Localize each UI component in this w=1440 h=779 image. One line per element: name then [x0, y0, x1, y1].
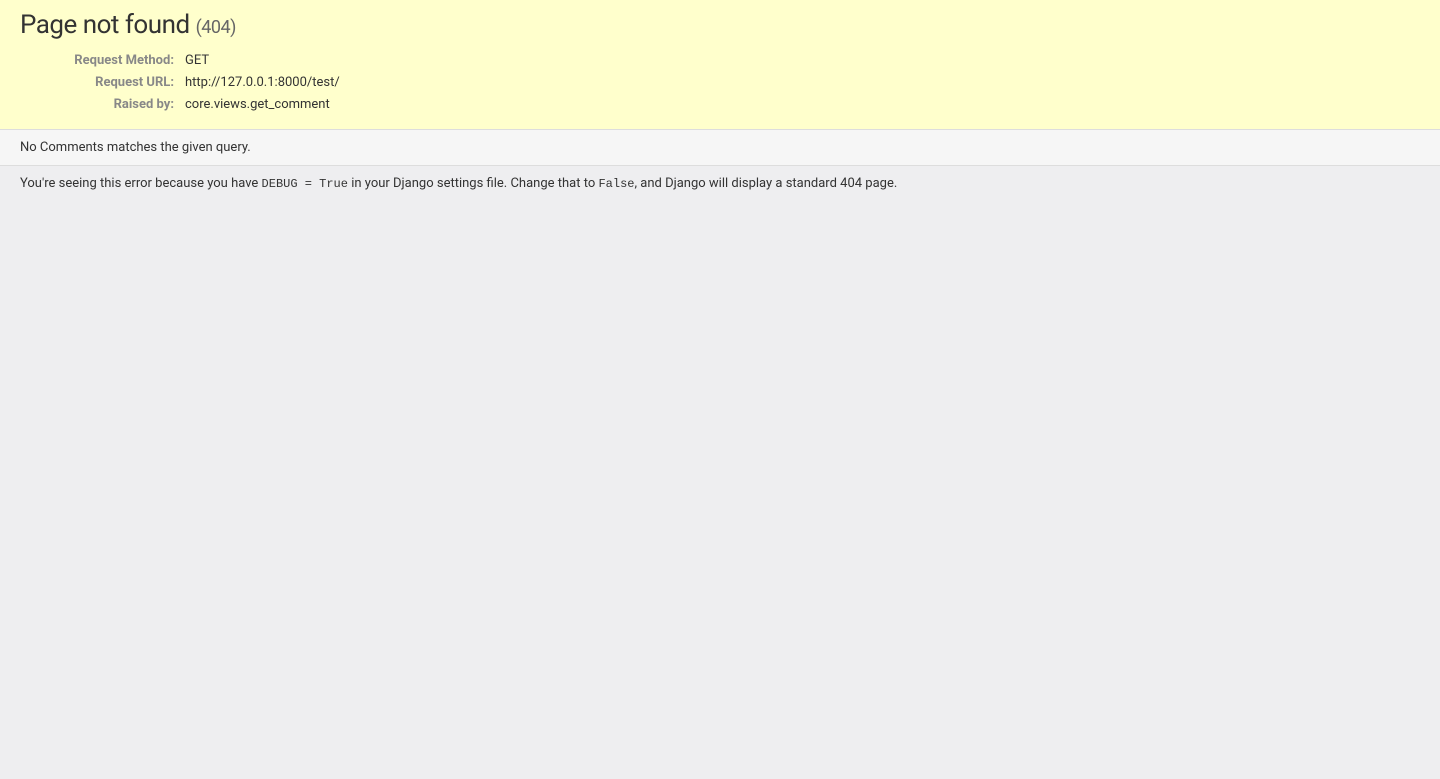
- request-method-label: Request Method:: [20, 50, 180, 72]
- summary-banner: Page not found (404) Request Method: GET…: [0, 0, 1440, 130]
- request-meta-table: Request Method: GET Request URL: http://…: [20, 50, 345, 117]
- table-row: Request URL: http://127.0.0.1:8000/test/: [20, 72, 345, 94]
- table-row: Request Method: GET: [20, 50, 345, 72]
- explanation-text: You're seeing this error because you hav…: [20, 176, 1420, 191]
- info-message: No Comments matches the given query.: [20, 140, 1420, 155]
- explanation-section: You're seeing this error because you hav…: [0, 166, 1440, 201]
- page-title: Page not found (404): [20, 10, 1420, 40]
- request-url-value: http://127.0.0.1:8000/test/: [180, 72, 345, 94]
- false-code: False: [598, 177, 634, 191]
- explanation-part1: You're seeing this error because you hav…: [20, 176, 262, 191]
- raised-by-value: core.views.get_comment: [180, 94, 345, 116]
- request-method-value: GET: [180, 50, 345, 72]
- title-text: Page not found: [20, 10, 190, 40]
- table-row: Raised by: core.views.get_comment: [20, 94, 345, 116]
- explanation-part2: in your Django settings file. Change tha…: [348, 176, 599, 191]
- raised-by-label: Raised by:: [20, 94, 180, 116]
- debug-code: DEBUG = True: [262, 177, 348, 191]
- info-section: No Comments matches the given query.: [0, 130, 1440, 166]
- request-url-label: Request URL:: [20, 72, 180, 94]
- explanation-part3: , and Django will display a standard 404…: [634, 176, 897, 191]
- status-code: (404): [196, 17, 236, 38]
